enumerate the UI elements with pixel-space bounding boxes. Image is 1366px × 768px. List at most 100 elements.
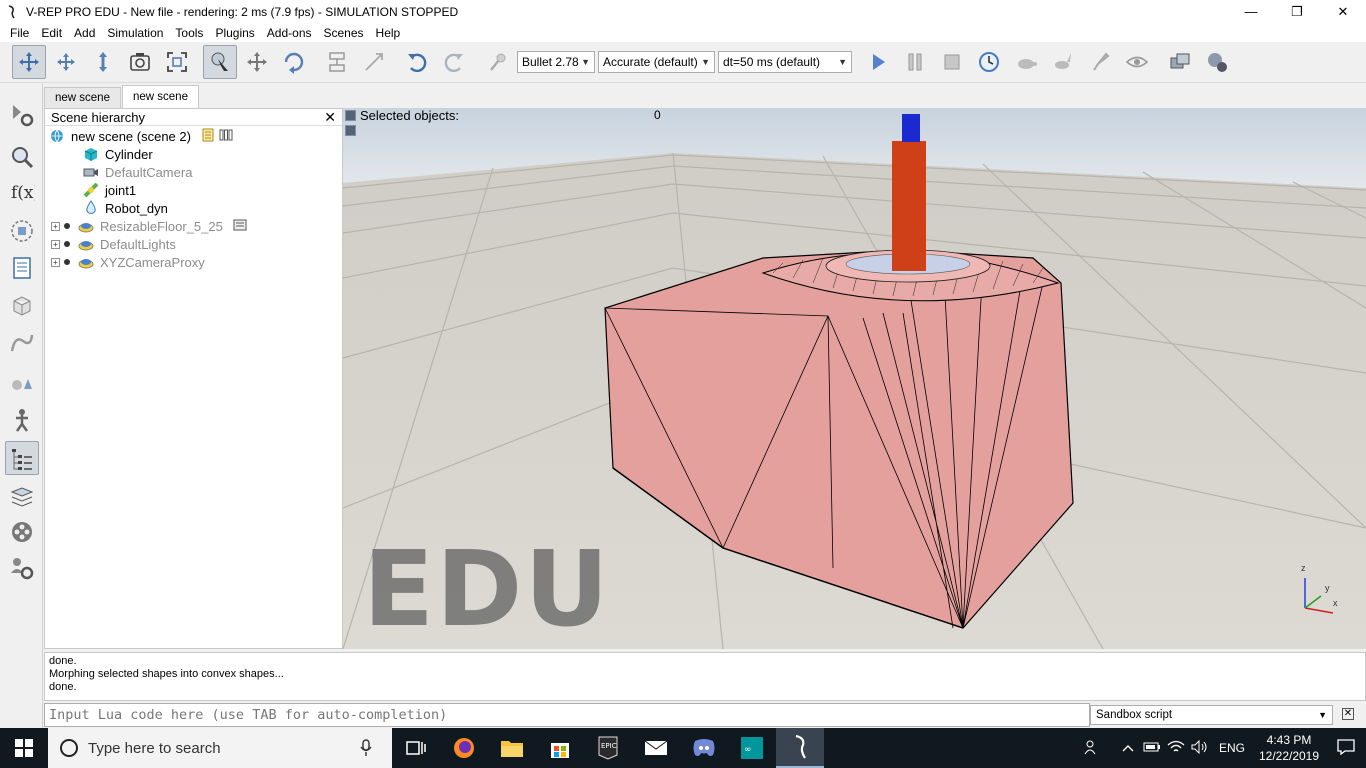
- dynamics-toggle-icon[interactable]: [480, 45, 514, 79]
- pause-icon[interactable]: [898, 45, 932, 79]
- hierarchy-root[interactable]: new scene (scene 2): [49, 127, 233, 145]
- physics-engine-select[interactable]: Bullet 2.78 ▼: [517, 51, 595, 73]
- camera-pan-icon[interactable]: [12, 45, 46, 79]
- menu-bar: File Edit Add Simulation Tools Plugins A…: [0, 23, 1366, 42]
- drop-shape-icon: [83, 200, 99, 216]
- hierarchy-item-defaultlights[interactable]: + DefaultLights: [51, 235, 176, 253]
- visualization-eye-icon[interactable]: [1120, 45, 1154, 79]
- view-menu-square[interactable]: [345, 110, 356, 121]
- calc-module-fx-icon[interactable]: f(x): [5, 175, 39, 209]
- zoom-magnifier-icon[interactable]: [5, 140, 39, 174]
- taskbar-search[interactable]: Type here to search: [48, 728, 392, 768]
- menu-addons[interactable]: Add-ons: [261, 26, 318, 40]
- menu-tools[interactable]: Tools: [169, 26, 209, 40]
- tab-scene-1[interactable]: new scene: [44, 87, 121, 108]
- system-tray: ENG 4:43 PM 12/22/2019: [1080, 728, 1366, 768]
- transfer-dna-icon[interactable]: [357, 45, 391, 79]
- object-rotate-icon[interactable]: [277, 45, 311, 79]
- windows-start-icon[interactable]: [0, 728, 48, 768]
- hierarchy-item-cylinder[interactable]: Cylinder: [83, 145, 153, 163]
- scene-viewport[interactable]: Selected objects: 0 EDU z y x: [343, 108, 1366, 649]
- play-icon[interactable]: [861, 45, 895, 79]
- edu-watermark: EDU: [363, 528, 611, 649]
- console-line: done.: [49, 655, 77, 667]
- task-view-icon[interactable]: [392, 728, 440, 768]
- epic-games-icon[interactable]: EPIC: [584, 728, 632, 768]
- scripts-page-icon[interactable]: [5, 251, 39, 285]
- stop-icon[interactable]: [935, 45, 969, 79]
- click-select-icon[interactable]: [203, 45, 237, 79]
- expand-toggle[interactable]: +: [51, 221, 60, 231]
- realtime-clock-icon[interactable]: [972, 45, 1006, 79]
- assemble-icon[interactable]: [320, 45, 354, 79]
- clock[interactable]: 4:43 PM 12/22/2019: [1252, 732, 1326, 764]
- selection-robot-icon[interactable]: [1200, 45, 1234, 79]
- scene-page-icon[interactable]: [1163, 45, 1197, 79]
- volume-icon[interactable]: [1188, 739, 1212, 757]
- wifi-icon[interactable]: [1164, 740, 1188, 757]
- close-button[interactable]: ✕: [1320, 0, 1366, 23]
- lua-command-input[interactable]: Input Lua code here (use TAB for auto-co…: [44, 703, 1090, 727]
- expand-toggle[interactable]: +: [51, 239, 60, 249]
- script-page-icon[interactable]: [201, 128, 215, 145]
- hierarchy-item-defaultcamera[interactable]: DefaultCamera: [83, 163, 192, 181]
- hierarchy-item-joint1[interactable]: joint1: [83, 181, 136, 199]
- hierarchy-close-button[interactable]: ✕: [324, 109, 336, 126]
- menu-simulation[interactable]: Simulation: [101, 26, 169, 40]
- menu-scenes[interactable]: Scenes: [318, 26, 370, 40]
- layers-icon[interactable]: [5, 479, 39, 513]
- simulation-bars-icon[interactable]: [219, 128, 233, 145]
- expand-toggle[interactable]: +: [51, 257, 60, 267]
- menu-file[interactable]: File: [4, 26, 35, 40]
- firefox-icon[interactable]: [440, 728, 488, 768]
- file-explorer-icon[interactable]: [488, 728, 536, 768]
- chevron-up-icon[interactable]: [1116, 741, 1140, 756]
- people-icon[interactable]: [1080, 739, 1104, 758]
- battery-icon[interactable]: [1140, 741, 1164, 756]
- accuracy-select[interactable]: Accurate (default) ▼: [598, 51, 715, 73]
- menu-edit[interactable]: Edit: [35, 26, 68, 40]
- model-browser-icon[interactable]: [5, 365, 39, 399]
- vrep-taskbar-icon[interactable]: [776, 728, 824, 768]
- camera-shift-icon[interactable]: [86, 45, 120, 79]
- menu-help[interactable]: Help: [370, 26, 407, 40]
- user-settings-gear-icon[interactable]: [5, 551, 39, 585]
- microphone-icon[interactable]: [360, 739, 372, 760]
- redo-icon[interactable]: [437, 45, 471, 79]
- notifications-icon[interactable]: [1326, 738, 1366, 758]
- undo-icon[interactable]: [400, 45, 434, 79]
- robot-figure-icon[interactable]: [5, 403, 39, 437]
- arduino-icon[interactable]: ∞: [728, 728, 776, 768]
- hierarchy-item-resizablefloor[interactable]: + ResizableFloor_5_25: [51, 217, 247, 235]
- tab-scene-2[interactable]: new scene: [121, 85, 199, 108]
- rocket-icon[interactable]: [1083, 45, 1117, 79]
- fit-to-view-icon[interactable]: [160, 45, 194, 79]
- discord-icon[interactable]: [680, 728, 728, 768]
- hierarchy-item-xyzcameraproxy[interactable]: + XYZCameraProxy: [51, 253, 205, 271]
- hierarchy-item-robot-dyn[interactable]: Robot_dyn: [83, 199, 168, 217]
- page-menu-square[interactable]: [345, 125, 356, 136]
- scene-hierarchy-toggle-icon[interactable]: [5, 441, 39, 475]
- speed-up-rabbit-icon[interactable]: [1046, 45, 1080, 79]
- lua-close-button[interactable]: ✕: [1342, 708, 1354, 720]
- store-icon[interactable]: [536, 728, 584, 768]
- menu-plugins[interactable]: Plugins: [209, 26, 260, 40]
- path-edit-icon[interactable]: [5, 325, 39, 359]
- script-target-select[interactable]: Sandbox script ▼: [1090, 705, 1333, 725]
- maximize-button[interactable]: ❐: [1274, 0, 1320, 23]
- minimize-button[interactable]: —: [1228, 0, 1274, 23]
- slow-down-turtle-icon[interactable]: [1009, 45, 1043, 79]
- shape-edit-cube-icon[interactable]: [5, 288, 39, 322]
- object-shift-icon[interactable]: [240, 45, 274, 79]
- video-recorder-icon[interactable]: [5, 515, 39, 549]
- sim-settings-gear-icon[interactable]: [5, 98, 39, 132]
- left-toolbar: f(x): [0, 84, 43, 728]
- camera-rotate-icon[interactable]: [49, 45, 83, 79]
- menu-add[interactable]: Add: [68, 26, 101, 40]
- mail-icon[interactable]: [632, 728, 680, 768]
- collections-icon[interactable]: [5, 214, 39, 248]
- timestep-select[interactable]: dt=50 ms (default) ▼: [718, 51, 852, 73]
- camera-icon[interactable]: [123, 45, 157, 79]
- language-indicator[interactable]: ENG: [1212, 741, 1252, 755]
- customization-script-icon[interactable]: [233, 218, 247, 235]
